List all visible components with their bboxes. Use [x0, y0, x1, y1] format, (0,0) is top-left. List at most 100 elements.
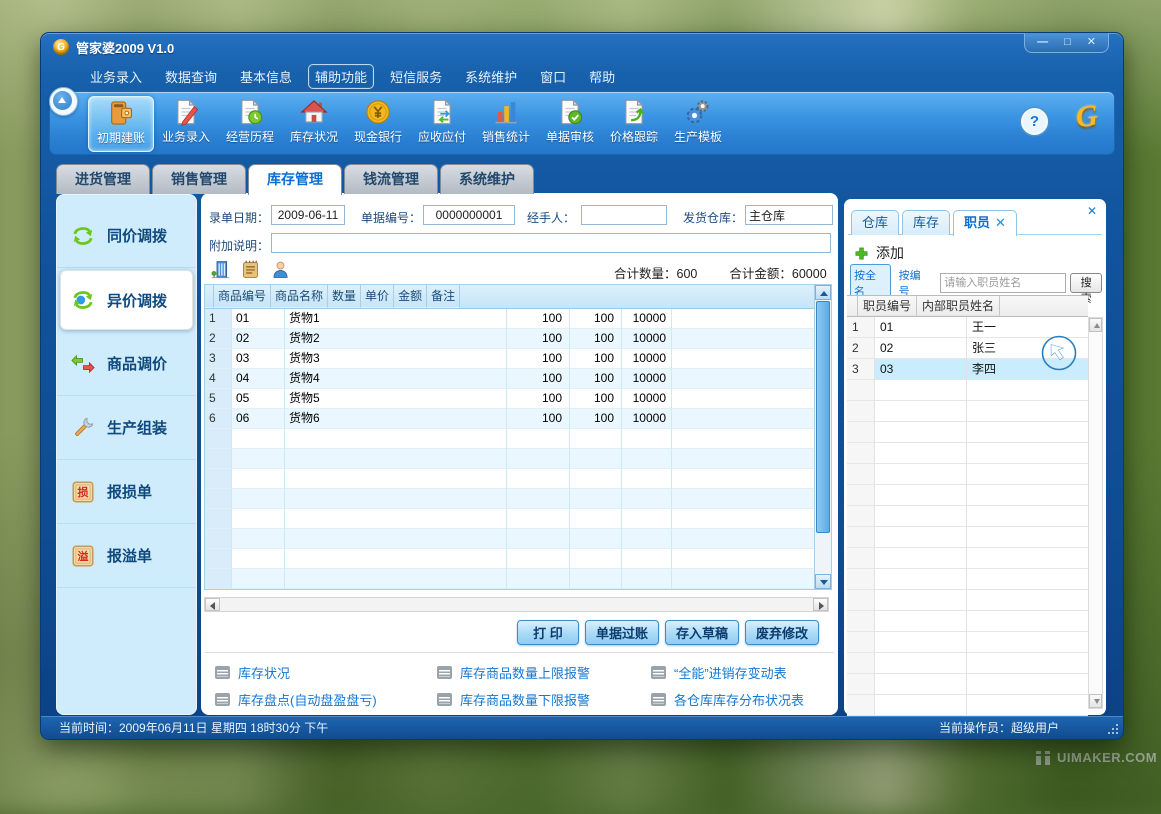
- scrollbar-thumb[interactable]: [816, 301, 830, 533]
- date-input[interactable]: [271, 205, 345, 225]
- sidebar-item[interactable]: 异价调拨: [60, 270, 193, 330]
- close-button[interactable]: ✕: [1087, 36, 1096, 48]
- toolbar-button[interactable]: 现金银行: [346, 96, 410, 150]
- scroll-left-icon[interactable]: [205, 598, 220, 611]
- menu-item[interactable]: 系统维护: [458, 64, 524, 89]
- module-tab[interactable]: 库存管理: [248, 164, 342, 195]
- menu-bar: 业务录入 数据查询 基本信息 辅助功能 短信服务 系统维护 窗口 帮助: [83, 61, 1113, 91]
- plus-icon: [854, 246, 869, 261]
- vertical-scrollbar[interactable]: [814, 285, 831, 589]
- panel-close-icon[interactable]: ✕: [1087, 204, 1097, 218]
- notepad-icon[interactable]: [240, 259, 261, 280]
- sidebar-item[interactable]: 溢 报溢单: [57, 524, 196, 588]
- table-row-empty: [205, 509, 815, 529]
- table-row[interactable]: 202 货物2100 10010000: [205, 329, 815, 349]
- warehouse-input[interactable]: [745, 205, 833, 225]
- staff-row[interactable]: 2 02 张三: [847, 338, 1088, 359]
- maximize-button[interactable]: □: [1064, 36, 1071, 48]
- report-link[interactable]: 库存商品数量上限报警: [437, 663, 651, 682]
- minimize-button[interactable]: —: [1037, 36, 1048, 48]
- sidebar-item[interactable]: 生产组装: [57, 396, 196, 460]
- total-quantity: 合计数量：600: [614, 263, 697, 282]
- toolbar-button[interactable]: 应收应付: [410, 96, 474, 150]
- sidebar-item[interactable]: 商品调价: [57, 332, 196, 396]
- search-button[interactable]: 搜索: [1070, 273, 1102, 293]
- menu-item[interactable]: 帮助: [582, 64, 622, 89]
- horizontal-scrollbar[interactable]: [204, 597, 829, 612]
- watermark-icon: [1036, 751, 1050, 765]
- person-icon[interactable]: [270, 259, 291, 280]
- table-row[interactable]: 505 货物5100 10010000: [205, 389, 815, 409]
- action-button[interactable]: 单据过账: [585, 620, 659, 645]
- toolbar-button[interactable]: 销售统计: [474, 96, 538, 150]
- sidebar-item[interactable]: 同价调拨: [57, 204, 196, 268]
- module-tab[interactable]: 进货管理: [56, 164, 150, 194]
- scroll-right-icon[interactable]: [813, 598, 828, 611]
- menu-item[interactable]: 窗口: [533, 64, 573, 89]
- table-row-empty: [205, 549, 815, 569]
- page-pencil-icon: [172, 98, 200, 126]
- toolbar-button[interactable]: 库存状况: [282, 96, 346, 150]
- toolbar-button[interactable]: 价格跟踪: [602, 96, 666, 150]
- scroll-down-icon[interactable]: [815, 574, 831, 589]
- menu-item[interactable]: 业务录入: [83, 64, 149, 89]
- report-link[interactable]: 库存盘点(自动盘盈盘亏): [215, 690, 437, 709]
- scroll-up-icon[interactable]: [815, 285, 831, 300]
- toolbar-button[interactable]: 生产模板: [666, 96, 730, 150]
- toolbar-button[interactable]: 单据审核: [538, 96, 602, 150]
- building-icon[interactable]: [210, 259, 231, 280]
- module-tab[interactable]: 钱流管理: [344, 164, 438, 194]
- collapse-arrow-icon: [53, 91, 72, 110]
- resize-grip[interactable]: [1107, 723, 1118, 734]
- lookup-tab[interactable]: 仓库: [851, 210, 899, 235]
- titlebar[interactable]: 管家婆2009 V1.0 — □ ✕: [41, 33, 1123, 61]
- sidebar-item[interactable]: 损 报损单: [57, 460, 196, 524]
- date-label: 录单日期：: [209, 209, 269, 226]
- staff-row[interactable]: 3 03 李四: [847, 359, 1088, 380]
- action-button[interactable]: 废弃修改: [745, 620, 819, 645]
- scroll-down-icon[interactable]: [1089, 694, 1102, 708]
- report-link[interactable]: 库存商品数量下限报警: [437, 690, 651, 709]
- brand-logo-icon[interactable]: G: [1075, 99, 1100, 135]
- note-input[interactable]: [271, 233, 831, 253]
- staff-scrollbar[interactable]: [1088, 317, 1103, 709]
- swap-green-icon: [70, 223, 96, 249]
- report-link[interactable]: 各仓库库存分布状况表: [651, 690, 832, 709]
- report-icon: [215, 666, 230, 679]
- wrench-icon: [70, 415, 96, 441]
- toolbar-button[interactable]: 经营历程: [218, 96, 282, 150]
- action-button[interactable]: 打 印: [517, 620, 579, 645]
- scroll-up-icon[interactable]: [1089, 318, 1102, 332]
- lookup-tabs: 仓库 库存 职员: [851, 210, 1017, 236]
- module-tab[interactable]: 销售管理: [152, 164, 246, 194]
- lookup-tab[interactable]: 职员: [953, 210, 1017, 236]
- handler-input[interactable]: [581, 205, 667, 225]
- module-tab[interactable]: 系统维护: [440, 164, 534, 194]
- action-button[interactable]: 存入草稿: [665, 620, 739, 645]
- staff-row[interactable]: 1 01 王一: [847, 317, 1088, 338]
- table-row[interactable]: 404 货物4100 10010000: [205, 369, 815, 389]
- table-row[interactable]: 303 货物3100 10010000: [205, 349, 815, 369]
- menu-item[interactable]: 辅助功能: [308, 64, 374, 89]
- staff-search-input[interactable]: [940, 273, 1066, 293]
- doc-number-input[interactable]: [423, 205, 515, 225]
- help-icon[interactable]: [1021, 108, 1048, 135]
- lookup-tab[interactable]: 库存: [902, 210, 950, 235]
- current-operator: 当前操作员：超级用户: [939, 719, 1059, 736]
- toolbar-button[interactable]: 初期建账: [88, 96, 154, 152]
- toolbar-button[interactable]: 业务录入: [154, 96, 218, 150]
- menu-item[interactable]: 短信服务: [383, 64, 449, 89]
- toolbar-collapse-button[interactable]: [49, 87, 78, 116]
- table-row[interactable]: 606 货物6100 10010000: [205, 409, 815, 429]
- table-row-empty: [847, 527, 1088, 548]
- table-row-empty: [847, 569, 1088, 590]
- report-link[interactable]: “全能”进销存变动表: [651, 663, 832, 682]
- table-row[interactable]: 101 货物1100 10010000: [205, 309, 815, 329]
- report-link[interactable]: 库存状况: [215, 663, 437, 682]
- tab-close-icon[interactable]: [995, 215, 1006, 230]
- menu-item[interactable]: 基本信息: [233, 64, 299, 89]
- add-staff-button[interactable]: 添加: [854, 243, 904, 263]
- app-window: 管家婆2009 V1.0 — □ ✕ 业务录入 数据查询 基本信息 辅助功能 短…: [40, 32, 1124, 740]
- table-row-empty: [205, 529, 815, 549]
- menu-item[interactable]: 数据查询: [158, 64, 224, 89]
